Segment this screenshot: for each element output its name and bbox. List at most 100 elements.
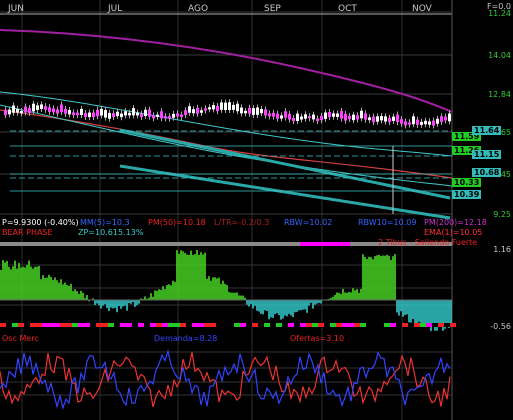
oscillator-bar: [382, 255, 384, 300]
oscillator-bar: [124, 300, 126, 306]
candle-body: [224, 102, 227, 111]
oscillator-bar: [34, 266, 36, 300]
signal-strip-cell: [306, 323, 312, 327]
oscillator-bar: [286, 300, 288, 317]
oscillator-bar: [96, 300, 98, 304]
signal-strip-cell: [108, 323, 114, 327]
oscillator-bar: [224, 283, 226, 300]
candle-body: [168, 116, 171, 119]
oscillator-bar: [334, 294, 336, 300]
month-label-sep: SEP: [264, 4, 281, 14]
price-tag-green-3: 10.33: [452, 178, 482, 187]
indicator-zp-pct: 5.13%: [118, 228, 144, 237]
candle-body: [348, 115, 351, 120]
offer-line: [0, 352, 451, 408]
signal-strip-cell: [186, 323, 192, 327]
candle-body: [116, 111, 119, 117]
candle-body: [264, 109, 267, 116]
oscillator-bar: [108, 300, 110, 311]
signal-strip-cell: [414, 323, 420, 327]
price-tag-cyan-2: 11.15: [472, 150, 502, 159]
signal-strip-cell: [384, 323, 390, 327]
candle-body: [156, 114, 159, 117]
oscillator-bar: [342, 288, 344, 300]
candle-body: [184, 110, 187, 116]
oscillator-bar: [44, 277, 46, 300]
candle-body: [200, 110, 203, 113]
oscillator-bar: [290, 300, 292, 316]
signal-strip-cell: [216, 323, 222, 327]
candle-body: [40, 104, 43, 109]
oscillator-bar: [180, 250, 182, 300]
candle-body: [240, 107, 243, 114]
oscillator-bar: [126, 300, 128, 311]
price-tag-cyan-1: 11.64: [472, 126, 502, 135]
signal-strip-cell: [324, 323, 330, 327]
signal-strip-cell: [150, 323, 156, 327]
oscillator-bar: [410, 300, 412, 323]
oscillator-panel: [0, 242, 456, 332]
signal-strip-cell: [96, 323, 102, 327]
signal-strip-cell: [30, 323, 36, 327]
oscillator-bar: [18, 262, 20, 300]
oscillator-bar: [164, 289, 166, 300]
candle-body: [16, 108, 19, 113]
chart-grid: [0, 0, 453, 420]
candle-body: [288, 113, 291, 120]
oscillator-bar: [156, 290, 158, 300]
osc-top-band-highlight: [300, 242, 350, 246]
candle-body: [448, 113, 451, 122]
oscillator-bar: [198, 254, 200, 300]
candle-body: [312, 114, 315, 120]
oscillator-bar: [66, 285, 68, 300]
candle-body: [188, 106, 191, 113]
oscillator-bar: [418, 300, 420, 322]
indicator-pm50: PM(50)=10.18: [148, 218, 206, 227]
oscillator-bar: [344, 292, 346, 300]
signal-strip-cell: [90, 323, 96, 327]
candle-body: [432, 120, 435, 126]
candle-body: [336, 113, 339, 117]
candle-body: [132, 108, 135, 116]
candle-body: [76, 112, 79, 116]
signal-strip-cell: [402, 323, 408, 327]
candle-body: [352, 114, 355, 121]
oscillator-bar: [370, 257, 372, 300]
oscillator-bar: [406, 300, 408, 315]
signal-strip-cell: [372, 323, 378, 327]
oscillator-bar: [240, 295, 242, 300]
oscillator-min-label: -0.56: [490, 322, 511, 331]
oscillator-bar: [120, 300, 122, 309]
oscillator-bar: [178, 253, 180, 300]
oscillator-bar: [356, 289, 358, 300]
indicator-phase: BEAR PHASE: [2, 228, 53, 237]
candle-body: [120, 113, 123, 118]
candle-body: [104, 110, 107, 118]
signal-strip-cell: [264, 323, 270, 327]
oscillator-bar: [222, 280, 224, 300]
candle-body: [404, 121, 407, 126]
candle-body: [220, 102, 223, 110]
month-label-oct: OCT: [338, 4, 357, 14]
indicator-rbw10: RBW10=10.09: [358, 218, 417, 227]
signal-strip-cell: [228, 323, 234, 327]
candle-body: [128, 112, 131, 116]
candle-body: [164, 116, 167, 119]
candle-body: [332, 113, 335, 117]
oscillator-bar: [134, 300, 136, 307]
signal-strip-cell: [120, 323, 126, 327]
channel-upper-line: [119, 128, 451, 200]
oscillator-bar: [440, 300, 442, 326]
oscillator-bar: [264, 300, 266, 311]
oscillator-bar: [282, 300, 284, 319]
oscillator-bar: [82, 292, 84, 300]
signal-strip-cell: [300, 323, 306, 327]
oscillator-bar: [368, 256, 370, 300]
signal-strip-cell: [240, 323, 246, 327]
oscillator-bar: [366, 259, 368, 300]
signal-strip-cell: [318, 323, 324, 327]
signal-strip-cell: [6, 323, 12, 327]
oscillator-bar: [432, 300, 434, 327]
signal-strip-cell: [330, 323, 336, 327]
oscillator-bar: [64, 282, 66, 300]
